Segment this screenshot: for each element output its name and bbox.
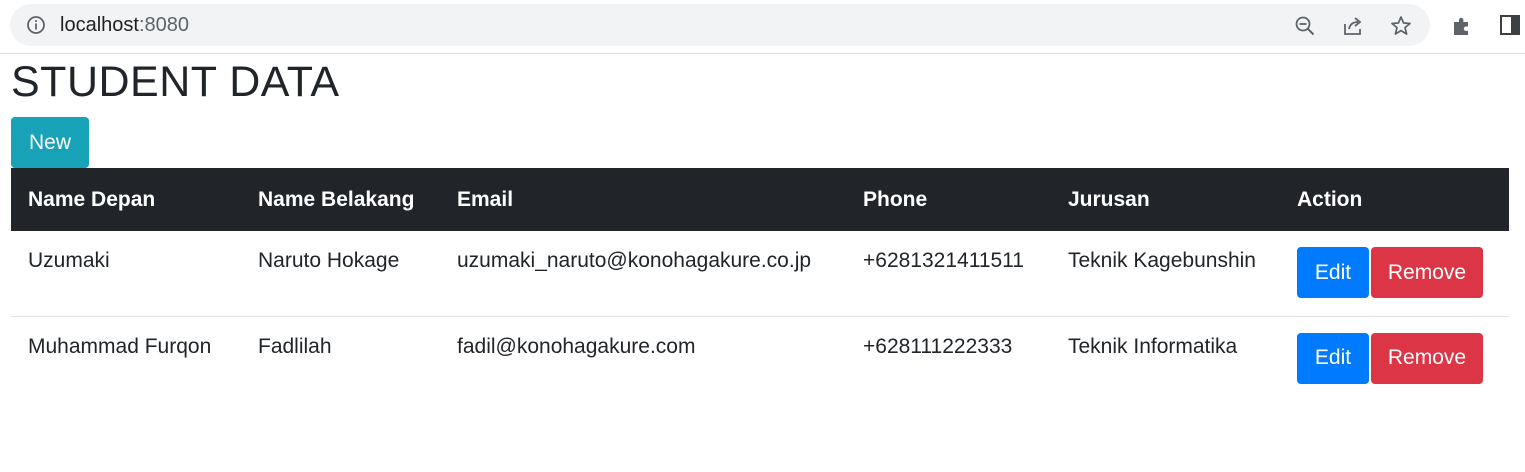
extensions-puzzle-icon[interactable]	[1450, 14, 1474, 38]
student-table: Name Depan Name Belakang Email Phone Jur…	[11, 168, 1509, 401]
zoom-out-icon[interactable]	[1294, 15, 1316, 37]
url-host: localhost	[60, 14, 139, 36]
header-phone: Phone	[846, 168, 1051, 231]
cell-last-name: Fadlilah	[241, 315, 440, 401]
header-email: Email	[440, 168, 846, 231]
remove-button[interactable]: Remove	[1371, 332, 1483, 384]
cell-major: Teknik Informatika	[1051, 315, 1280, 401]
info-icon[interactable]	[26, 15, 46, 35]
table-row: Uzumaki Naruto Hokage uzumaki_naruto@kon…	[11, 231, 1509, 316]
bookmark-star-icon[interactable]	[1390, 15, 1412, 37]
edit-button[interactable]: Edit	[1297, 247, 1369, 298]
page-title: STUDENT DATA	[11, 58, 340, 106]
side-panel-icon[interactable]	[1499, 14, 1521, 36]
remove-button[interactable]: Remove	[1371, 247, 1483, 298]
url-port: :8080	[138, 14, 189, 36]
cell-phone: +6281321411511	[863, 249, 1024, 272]
header-major: Jurusan	[1051, 168, 1280, 231]
cell-last-name: Naruto Hokage	[258, 249, 400, 272]
cell-first-name: Muhammad Furqon	[11, 315, 241, 401]
table-row: Muhammad Furqon Fadlilah fadil@konohagak…	[11, 315, 1509, 401]
cell-major: Teknik Kagebunshin	[1068, 249, 1256, 272]
header-last-name: Name Belakang	[241, 168, 440, 231]
url-text[interactable]: localhost:8080	[60, 15, 189, 35]
table-header-row: Name Depan Name Belakang Email Phone Jur…	[11, 168, 1509, 231]
cell-phone: +628111222333	[846, 315, 1051, 401]
header-first-name: Name Depan	[11, 168, 241, 231]
edit-button[interactable]: Edit	[1297, 332, 1369, 384]
cell-actions: Edit Remove	[1280, 315, 1509, 401]
cell-actions: Edit Remove	[1280, 231, 1509, 316]
browser-toolbar: localhost:8080	[0, 0, 1525, 54]
cell-email: fadil@konohagakure.com	[440, 315, 846, 401]
cell-email: uzumaki_naruto@konohagakure.co.jp	[457, 249, 812, 272]
cell-first-name: Uzumaki	[28, 249, 110, 272]
share-icon[interactable]	[1342, 15, 1364, 37]
address-bar[interactable]: localhost:8080	[10, 4, 1430, 46]
new-button[interactable]: New	[11, 117, 89, 168]
header-action: Action	[1280, 168, 1509, 231]
